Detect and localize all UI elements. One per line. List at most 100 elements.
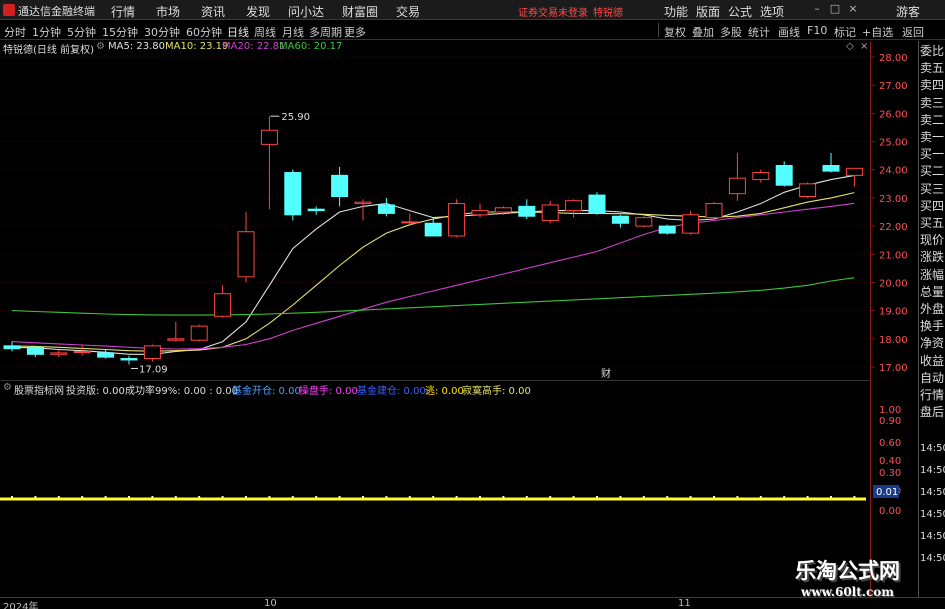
indicator-dot <box>385 496 388 498</box>
side-time-label: 14:50 <box>920 487 945 498</box>
candle-body-up <box>728 177 746 195</box>
side-item[interactable]: 卖一 <box>920 130 945 145</box>
menu-caifuquan[interactable]: 财富圈 <box>342 3 378 20</box>
indicator-chart[interactable] <box>0 394 870 597</box>
tf-30min[interactable]: 30分钟 <box>144 24 180 40</box>
side-item[interactable]: 收益 <box>920 354 945 369</box>
candle <box>775 161 793 187</box>
menu-faxian[interactable]: 发现 <box>246 3 270 20</box>
indicator-dot <box>11 496 13 498</box>
menu-gongshi[interactable]: 公式 <box>728 3 752 20</box>
tf-5min[interactable]: 5分钟 <box>67 24 96 40</box>
indicator-bar: ⚙ 股票指标网 投资版: 0.00 成功率99%: 0.00 : 0.00 基金… <box>0 380 870 397</box>
side-item[interactable]: 自动 <box>920 371 945 386</box>
tf-1min[interactable]: 1分钟 <box>32 24 61 40</box>
side-item[interactable]: 卖二 <box>920 113 945 128</box>
tool-f10[interactable]: F10 <box>807 24 827 37</box>
ma60-label: MA60: 20.17 <box>279 41 343 52</box>
menu-jiaoyi[interactable]: 交易 <box>396 3 420 20</box>
tf-multi-period[interactable]: 多周期 <box>309 24 342 40</box>
side-item[interactable]: 涨跌 <box>920 250 945 265</box>
tool-diejia[interactable]: 叠加 <box>692 24 714 40</box>
close-icon[interactable]: × <box>846 2 860 16</box>
price-tick-label: 26.00 <box>879 109 908 120</box>
menu-zixun[interactable]: 资讯 <box>201 3 225 20</box>
app-title: 通达信金融终端 <box>18 5 95 18</box>
maximize-icon[interactable]: □ <box>828 2 842 16</box>
tf-monthly[interactable]: 月线 <box>282 24 304 40</box>
login-notice[interactable]: 证券交易未登录 <box>518 4 588 19</box>
tool-add-watchlist[interactable]: +自选 <box>862 24 893 40</box>
indicator-dot <box>572 496 575 498</box>
tf-fenshi[interactable]: 分时 <box>4 24 26 40</box>
indicator-settings-icon[interactable]: ⚙ <box>3 382 12 393</box>
sub-tick-label: 1.00 <box>879 405 901 416</box>
side-item[interactable]: 净资 <box>920 336 945 351</box>
candle <box>214 285 232 318</box>
indicator-dot <box>432 496 435 498</box>
menu-shichang[interactable]: 市场 <box>156 3 180 20</box>
side-item[interactable]: 总量 <box>920 285 945 300</box>
side-item[interactable]: 买三 <box>920 182 945 197</box>
menu-xuanxiang[interactable]: 选项 <box>760 3 784 20</box>
tf-15min[interactable]: 15分钟 <box>102 24 138 40</box>
candle <box>97 350 115 359</box>
panel-settings-icon[interactable]: ◇ <box>846 41 854 52</box>
price-tick-label: 21.00 <box>879 250 908 261</box>
tool-fuquan[interactable]: 复权 <box>664 24 686 40</box>
side-item[interactable]: 买二 <box>920 164 945 179</box>
side-item[interactable]: 买五 <box>920 216 945 231</box>
side-item[interactable]: 行情 <box>920 388 945 403</box>
high-price-label: 25.90 <box>281 112 310 123</box>
indicator-dot <box>525 496 528 498</box>
indicator-dot <box>198 496 201 498</box>
candle <box>167 321 185 342</box>
candle <box>3 341 21 352</box>
tf-more[interactable]: 更多 <box>344 24 366 40</box>
tool-tongji[interactable]: 统计 <box>748 24 770 40</box>
side-item[interactable]: 买一 <box>920 147 945 162</box>
indicator-dot <box>689 496 692 498</box>
user-login[interactable]: 游客 <box>896 3 920 20</box>
menu-hangqing[interactable]: 行情 <box>111 3 135 20</box>
tf-weekly[interactable]: 周线 <box>254 24 276 40</box>
indicator-dot <box>81 496 84 498</box>
side-item[interactable]: 委比 <box>920 44 945 59</box>
menu-gongneng[interactable]: 功能 <box>664 3 688 20</box>
tool-huaxian[interactable]: 画线 <box>778 24 800 40</box>
candle-body-up <box>143 345 161 360</box>
menu-banmian[interactable]: 版面 <box>696 3 720 20</box>
candle-body-down <box>284 172 302 216</box>
side-item[interactable]: 现价 <box>920 233 945 248</box>
settings-gear-icon[interactable]: ⚙ <box>96 41 105 52</box>
candle <box>658 224 676 235</box>
tf-60min[interactable]: 60分钟 <box>186 24 222 40</box>
price-tick-label: 17.00 <box>879 363 908 374</box>
side-item[interactable]: 卖三 <box>920 96 945 111</box>
panel-close-icon[interactable]: × <box>860 41 868 52</box>
side-item[interactable]: 买四 <box>920 199 945 214</box>
side-item[interactable]: 卖五 <box>920 61 945 76</box>
tool-duogu[interactable]: 多股 <box>720 24 742 40</box>
cai-event-marker: 财 <box>601 367 611 380</box>
kline-chart[interactable]: 25.90 17.09 财 <box>0 55 870 380</box>
indicator-dot <box>268 496 271 498</box>
candle <box>752 169 770 183</box>
minimize-icon[interactable]: – <box>810 2 824 16</box>
price-tick-label: 27.00 <box>879 81 908 92</box>
tool-biaoji[interactable]: 标记 <box>834 24 856 40</box>
candle <box>190 324 208 342</box>
candle <box>26 345 44 358</box>
side-item[interactable]: 换手 <box>920 319 945 334</box>
indicator-dot <box>57 496 60 498</box>
side-item[interactable]: 外盘 <box>920 302 945 317</box>
menu-wenxiaoda[interactable]: 问小达 <box>288 3 324 20</box>
price-grid <box>0 56 870 368</box>
price-axis: 28.00 27.00 26.00 25.00 24.00 23.00 22.00 21.00… <box>870 41 918 597</box>
ma20-label: MA20: 22.81 <box>222 41 286 52</box>
side-item[interactable]: 涨幅 <box>920 268 945 283</box>
side-item[interactable]: 盘后 <box>920 405 945 420</box>
tf-daily[interactable]: 日线 <box>227 24 249 40</box>
side-item[interactable]: 卖四 <box>920 78 945 93</box>
tool-back[interactable]: 返回 <box>902 24 924 40</box>
